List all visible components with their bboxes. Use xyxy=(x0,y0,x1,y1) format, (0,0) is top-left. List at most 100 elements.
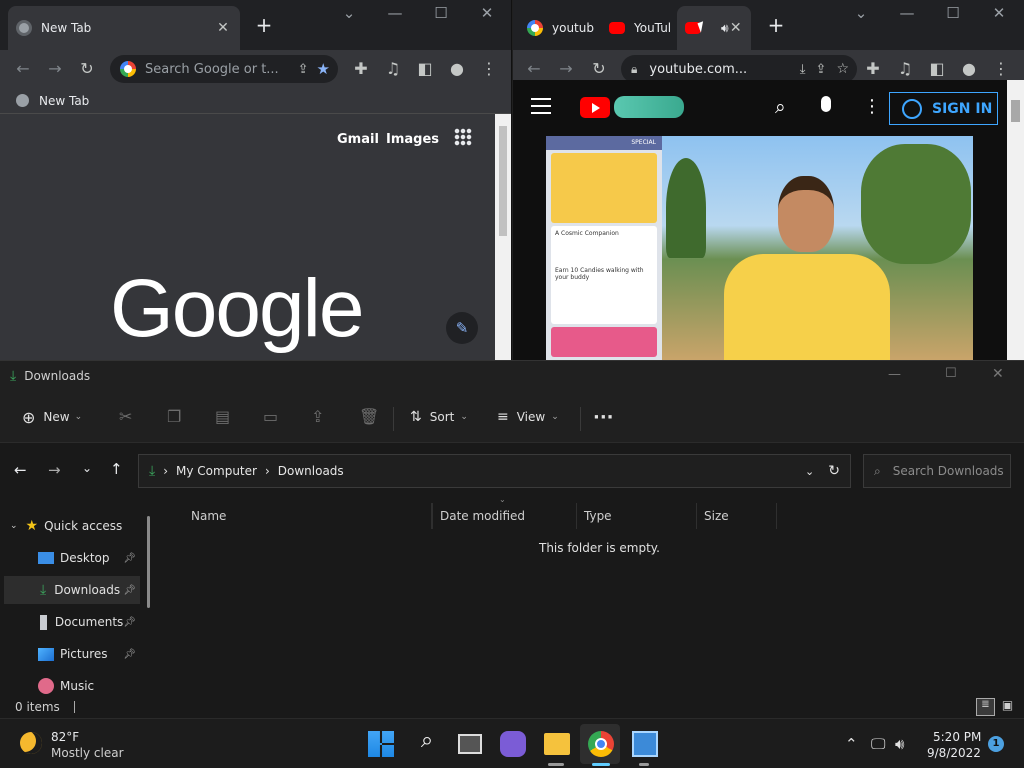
youtube-logo-icon[interactable] xyxy=(580,97,610,118)
clock-time[interactable]: 5:20 PM xyxy=(933,730,981,744)
omnibox[interactable]: Search Google or t... ⇪ ★ xyxy=(110,55,338,83)
scroll-thumb[interactable] xyxy=(499,126,507,236)
start-windows-icon[interactable] xyxy=(368,731,394,757)
maximize-button[interactable]: ☐ xyxy=(930,4,976,22)
rename-icon[interactable]: ▭ xyxy=(263,407,278,426)
control-panel-icon[interactable] xyxy=(632,731,658,757)
sidebar-item-pictures[interactable]: Pictures 📌︎ xyxy=(4,640,140,668)
new-button[interactable]: ⊕ New ⌄ xyxy=(22,405,82,429)
file-explorer-icon[interactable] xyxy=(544,733,570,755)
recent-locations-icon[interactable]: ⌄ xyxy=(82,461,92,475)
bookmark-star-icon[interactable]: ☆ xyxy=(836,61,849,77)
notification-badge[interactable]: 1 xyxy=(988,736,1004,752)
weather-temp[interactable]: 82°F xyxy=(51,730,79,744)
audio-icon[interactable]: 🔊︎ xyxy=(721,21,729,36)
pin-icon[interactable]: 📌︎ xyxy=(123,585,136,596)
share-icon[interactable]: ⇪ xyxy=(816,62,827,77)
weather-desc[interactable]: Mostly clear xyxy=(51,746,124,760)
sidebar-item-downloads[interactable]: ⤓ Downloads 📌︎ xyxy=(4,576,140,604)
media-icon[interactable]: ♫ xyxy=(382,58,404,80)
column-header-date-modified[interactable]: Date modified xyxy=(432,503,577,529)
close-window-button[interactable]: ✕ xyxy=(976,4,1022,22)
back-icon[interactable]: ← xyxy=(523,58,545,80)
weather-moon-icon[interactable] xyxy=(20,732,42,754)
forward-icon[interactable]: → xyxy=(555,58,577,80)
up-icon[interactable]: ↑ xyxy=(110,460,123,478)
close-icon[interactable]: ✕ xyxy=(729,20,743,36)
close-window-button[interactable]: ✕ xyxy=(464,4,510,22)
sort-button[interactable]: ⇅ Sort ⌄ xyxy=(410,405,468,429)
reload-icon[interactable]: ↻ xyxy=(588,58,610,80)
column-header-size[interactable]: Size xyxy=(697,503,777,529)
share-icon[interactable]: ⇪ xyxy=(298,62,309,77)
chrome-icon[interactable] xyxy=(588,731,614,757)
column-header-name[interactable]: Name xyxy=(184,503,432,529)
details-view-icon[interactable]: ≣ xyxy=(976,698,995,716)
more-options-icon[interactable]: ··· xyxy=(593,405,614,429)
new-tab-button[interactable]: + xyxy=(252,13,276,37)
copy-icon[interactable]: ❐ xyxy=(167,407,181,426)
tab-youtube-1[interactable]: youtub xyxy=(519,6,601,50)
scroll-thumb[interactable] xyxy=(1011,100,1020,122)
extensions-icon[interactable]: ✚ xyxy=(862,58,884,80)
network-icon[interactable]: 🖵︎ xyxy=(871,735,885,753)
close-window-button[interactable]: ✕ xyxy=(992,366,1004,382)
pin-icon[interactable]: 📌︎ xyxy=(123,553,136,564)
minimize-button[interactable]: — xyxy=(372,4,418,22)
youtube-doodle-icon[interactable] xyxy=(614,96,684,118)
forward-icon[interactable]: → xyxy=(48,461,61,479)
minimize-button[interactable]: — xyxy=(888,367,901,382)
customize-pencil-icon[interactable]: ✎ xyxy=(446,312,478,344)
new-tab-button[interactable]: + xyxy=(764,13,788,37)
maximize-button[interactable]: ☐ xyxy=(945,366,957,381)
minimize-button[interactable]: — xyxy=(884,4,930,22)
chevron-up-icon[interactable]: ⌃ xyxy=(845,735,858,753)
tab-youtube-2[interactable]: YouTul xyxy=(601,6,677,50)
address-bar[interactable]: ⤓ › My Computer › Downloads ⌄ ↻ xyxy=(138,454,851,488)
chevron-down-icon[interactable]: ⌄ xyxy=(326,4,372,22)
media-icon[interactable]: ♫ xyxy=(894,58,916,80)
menu-icon[interactable]: ⋮ xyxy=(478,58,500,80)
microphone-icon[interactable] xyxy=(821,96,831,112)
hamburger-menu-icon[interactable] xyxy=(531,98,551,114)
images-link[interactable]: Images xyxy=(386,132,439,147)
search-icon[interactable]: ⌕ xyxy=(775,96,786,118)
extensions-icon[interactable]: ✚ xyxy=(350,58,372,80)
refresh-icon[interactable]: ↻ xyxy=(828,463,840,479)
paste-icon[interactable]: ▤ xyxy=(215,407,230,426)
tab-new-tab[interactable]: New Tab ✕ xyxy=(8,6,240,50)
chat-teams-icon[interactable] xyxy=(500,731,526,757)
sidebar-item-quick-access[interactable]: ⌄ ★ Quick access xyxy=(4,512,140,540)
back-icon[interactable]: ← xyxy=(12,58,34,80)
view-button[interactable]: ≡ View ⌄ xyxy=(497,405,559,429)
back-icon[interactable]: ← xyxy=(14,461,27,479)
chevron-down-icon[interactable]: ⌄ xyxy=(805,465,814,478)
reload-icon[interactable]: ↻ xyxy=(76,58,98,80)
tab-youtube-3[interactable]: 🔊︎ ✕ xyxy=(677,6,751,50)
volume-icon[interactable]: 🔊︎ xyxy=(895,735,904,753)
large-icons-view-icon[interactable]: ▣ xyxy=(998,698,1017,716)
chevron-down-icon[interactable]: ⌄ xyxy=(838,4,884,22)
menu-icon[interactable]: ⋮ xyxy=(990,58,1012,80)
task-view-icon[interactable] xyxy=(458,734,482,754)
side-panel-icon[interactable]: ◧ xyxy=(414,58,436,80)
omnibox[interactable]: 🔒︎ youtube.com... ⤓ ⇪ ☆ xyxy=(621,55,857,83)
settings-more-icon[interactable]: ⋮ xyxy=(863,96,881,117)
maximize-button[interactable]: ☐ xyxy=(418,4,464,22)
bookmark-star-icon[interactable]: ★ xyxy=(317,60,330,78)
close-icon[interactable]: ✕ xyxy=(214,20,232,36)
sidebar-scrollbar[interactable] xyxy=(147,516,150,608)
search-icon[interactable]: ⌕ xyxy=(414,728,440,754)
profile-icon[interactable]: ● xyxy=(446,58,468,80)
sidebar-item-desktop[interactable]: Desktop 📌︎ xyxy=(4,544,140,572)
sign-in-button[interactable]: SIGN IN xyxy=(889,92,998,125)
side-panel-icon[interactable]: ◧ xyxy=(926,58,948,80)
sidebar-item-documents[interactable]: Documents 📌︎ xyxy=(4,608,140,636)
clock-date[interactable]: 9/8/2022 xyxy=(927,746,981,760)
cut-icon[interactable]: ✂ xyxy=(119,407,132,426)
apps-grid-icon[interactable] xyxy=(454,128,472,146)
right-scrollbar[interactable] xyxy=(1007,80,1024,360)
bookmark-new-tab[interactable]: New Tab xyxy=(39,94,89,108)
pin-icon[interactable]: 📌︎ xyxy=(123,617,136,628)
video-player[interactable]: SPECIAL A Cosmic Companion Earn 10 Candi… xyxy=(546,136,973,360)
